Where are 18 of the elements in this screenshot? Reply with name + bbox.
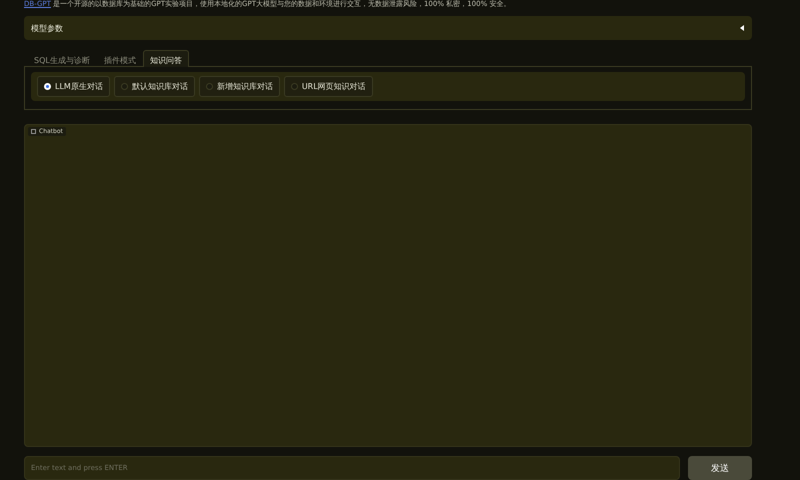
accordion-title: 模型参数 (31, 22, 63, 34)
tab[interactable]: 知识问答 (142, 50, 189, 67)
mode-label: 默认知识库对话 (132, 81, 188, 92)
radio-icon[interactable] (120, 83, 128, 90)
radio-icon[interactable] (290, 83, 298, 90)
mode-option[interactable]: 新增知识库对话 (198, 76, 280, 97)
mode-option[interactable]: URL网页知识对话 (284, 76, 373, 97)
caret-icon (739, 25, 745, 31)
accordion-header[interactable]: 模型参数 (24, 16, 752, 40)
radio-icon[interactable] (206, 83, 213, 90)
mode-option[interactable]: LLM原生对话 (37, 76, 110, 97)
tab[interactable]: 插件模式 (96, 50, 143, 67)
mode-label: 新增知识库对话 (216, 81, 273, 92)
mode-label: URL网页知识对话 (302, 81, 366, 92)
mode-label: LLM原生对话 (55, 81, 103, 92)
send-button[interactable]: 发送 (688, 456, 752, 480)
mode-option[interactable]: 默认知识库对话 (114, 76, 195, 97)
tab[interactable]: SQL生成与诊断 (27, 50, 97, 67)
